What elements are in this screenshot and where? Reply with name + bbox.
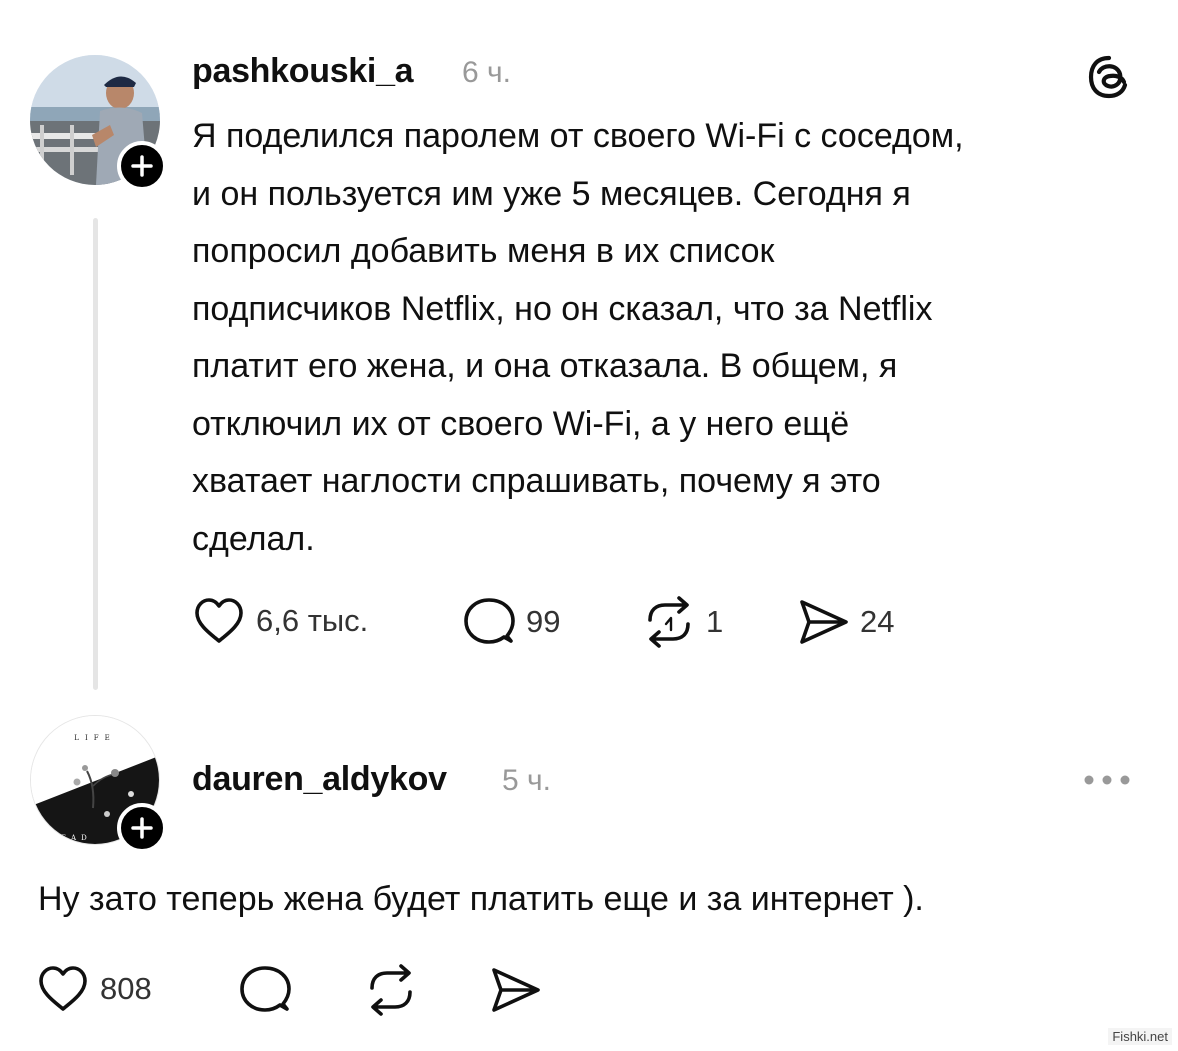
send-icon: [800, 600, 848, 644]
heart-icon: [39, 966, 87, 1011]
reply-comment-button[interactable]: [238, 964, 292, 1016]
reply-username[interactable]: dauren_aldykov: [192, 760, 447, 799]
repost-icon: [648, 596, 690, 648]
reply-time: 5 ч.: [502, 764, 551, 797]
plus-icon: [131, 155, 153, 177]
heart-icon: [195, 598, 243, 643]
reply-like-count: 808: [100, 971, 152, 1006]
send-icon: [492, 968, 540, 1012]
reply-like-button[interactable]: 808: [36, 964, 152, 1014]
follow-button[interactable]: [117, 803, 167, 853]
comment-button[interactable]: 99: [462, 596, 560, 648]
reply-repost-button[interactable]: [364, 964, 418, 1016]
threads-logo-icon[interactable]: [1084, 52, 1134, 102]
post-username[interactable]: pashkouski_a: [192, 52, 414, 91]
comment-icon: [240, 966, 291, 1012]
share-button[interactable]: 24: [796, 596, 894, 648]
plus-icon: [131, 817, 153, 839]
more-options-icon[interactable]: [1082, 770, 1132, 790]
like-count: 6,6 тыс.: [256, 603, 369, 638]
post-time: 6 ч.: [462, 56, 511, 89]
post-text: Я поделился паролем от своего Wi-Fi с со…: [192, 117, 964, 558]
comment-count: 99: [526, 604, 561, 639]
repost-button[interactable]: 1: [642, 596, 723, 648]
like-button[interactable]: 6,6 тыс.: [192, 596, 368, 646]
follow-button[interactable]: [117, 141, 167, 191]
comment-icon: [464, 598, 515, 644]
avatar-text-top: LIFE: [74, 734, 115, 742]
repost-icon: [370, 964, 412, 1016]
reply-text: Ну зато теперь жена будет платить еще и …: [38, 880, 924, 918]
share-count: 24: [860, 604, 895, 639]
reply-share-button[interactable]: [488, 964, 542, 1016]
thread-connector-line: [93, 218, 98, 690]
repost-count: 1: [706, 604, 724, 639]
watermark: Fishki.net: [1108, 1028, 1172, 1045]
avatar-text-bottom: DEAD: [50, 834, 91, 842]
